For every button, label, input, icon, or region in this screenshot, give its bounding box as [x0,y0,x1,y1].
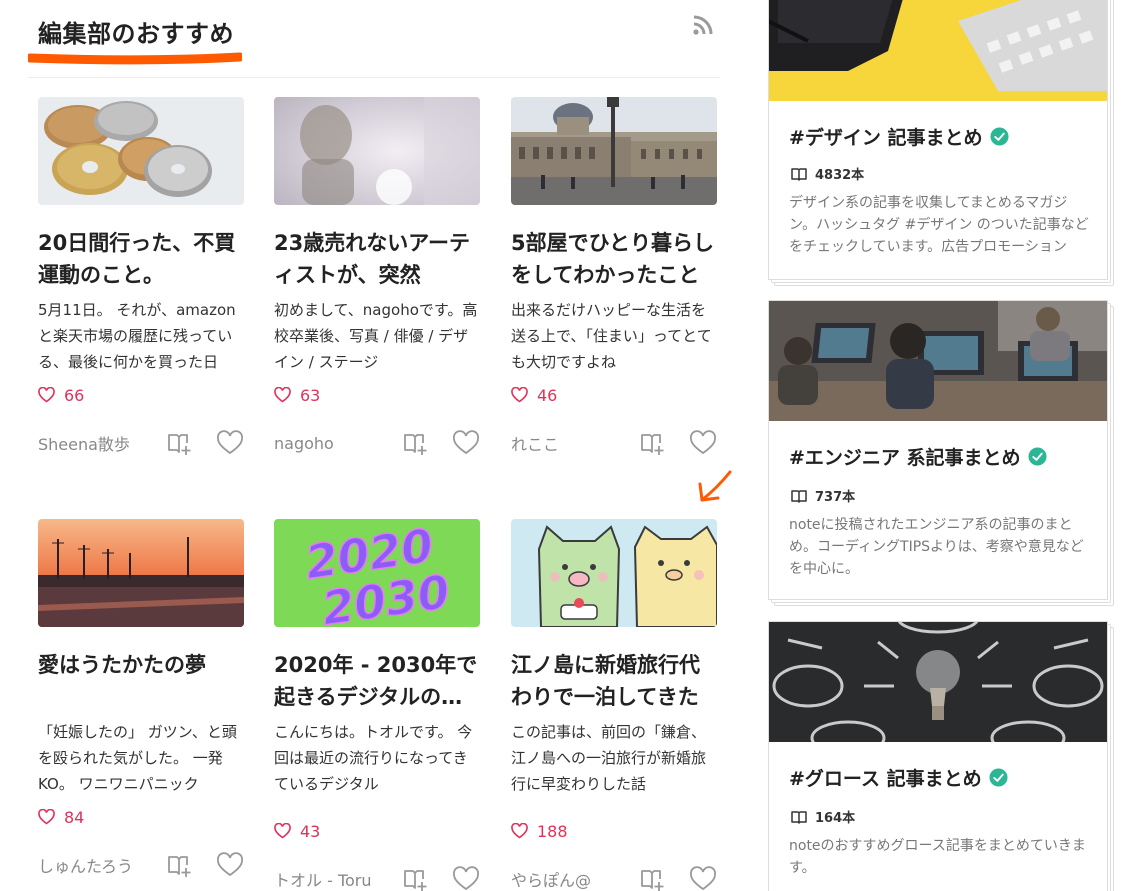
section-header: 編集部のおすすめ [28,8,720,78]
article-title[interactable]: 江ノ島に新婚旅行代わりで一泊してきた [511,649,719,713]
magazine-description: noteに投稿されたエンジニア系の記事のまとめ。コーディングTIPSよりは、考察… [789,517,1084,577]
article-excerpt: 出来るだけハッピーな生活を送る上で、「住まい」ってとても大切ですよね [511,301,712,371]
author-name[interactable]: やらぽん@ [511,867,631,891]
like-count-value: 66 [64,385,85,405]
magazine-title[interactable]: #グロース 記事まとめ [789,764,1008,791]
article-title[interactable]: 20日間行った、不買運動のこと。 [38,227,246,291]
add-to-magazine-icon[interactable] [639,430,667,456]
article-excerpt: 「妊娠したの」 ガツン、と頭を殴られた気がした。 一発KO。 ワニワニパニック [38,723,237,793]
like-count: 46 [511,383,719,407]
verified-badge-icon [990,127,1009,146]
magazine-title-text[interactable]: #グロース 記事まとめ [789,764,982,791]
article-title[interactable]: 5部屋でひとり暮らしをしてわかったこと [511,227,719,291]
article-footer: Sheena散歩 [38,427,246,459]
magazine-article-count: 737本 [791,486,855,505]
book-icon [791,489,807,503]
like-count-value: 188 [537,821,568,841]
add-to-magazine-icon[interactable] [639,866,667,891]
magazine-card[interactable]: #グロース 記事まとめ 164本 noteのおすすめグロース記事をまとめていきま… [768,621,1114,891]
like-count: 63 [274,383,482,407]
article-excerpt: こんにちは。トオルです。 今回は最近の流行りになってきているデジタル [274,723,473,793]
article-thumbnail-portrait[interactable] [274,97,480,205]
hand-drawn-arrow-icon [698,470,732,502]
magazine-cover-engineers[interactable] [769,301,1107,421]
like-count-value: 63 [300,385,321,405]
book-icon [791,167,807,181]
article-card[interactable]: 江ノ島に新婚旅行代わりで一泊してきた この記事は、前回の「鎌倉、江ノ島への一泊旅… [511,519,719,891]
add-to-magazine-icon[interactable] [166,430,194,456]
article-excerpt: 5月11日。 それが、amazonと楽天市場の履歴に残っている、最後に何かを買っ… [38,301,236,371]
heart-icon [38,809,55,825]
magazine-cover-keyboard[interactable] [769,0,1107,101]
author-name[interactable]: Sheena散歩 [38,431,158,455]
article-footer: トオル - Toru [274,863,482,891]
magazine-title[interactable]: #デザイン 記事まとめ [789,123,1009,150]
magazine-count-value: 4832本 [815,168,865,183]
section-title: 編集部のおすすめ [38,20,234,48]
like-button-icon[interactable] [689,430,717,456]
add-to-magazine-icon[interactable] [402,430,430,456]
verified-badge-icon [989,768,1008,787]
author-name[interactable]: nagoho [274,434,394,453]
magazine-article-count: 164本 [791,807,855,826]
heart-icon [511,387,528,403]
rss-icon[interactable] [692,14,714,36]
heart-icon [274,823,291,839]
article-footer: しゅんたろう [38,849,246,881]
like-count-value: 46 [537,385,558,405]
book-icon [791,810,807,824]
article-footer: れここ [511,427,719,459]
magazine-title-text[interactable]: #エンジニア 系記事まとめ [789,443,1021,470]
article-title[interactable]: 23歳売れないアーティストが、突然 [274,227,482,291]
like-count: 66 [38,383,246,407]
author-name[interactable]: れここ [511,431,631,455]
article-thumbnail-paris[interactable] [511,97,717,205]
article-title[interactable]: 愛はうたかたの夢 [38,649,246,713]
magazine-description: デザイン系の記事を収集してまとめるマガジン。ハッシュタグ #デザイン のついた記… [789,195,1089,255]
heart-icon [274,387,291,403]
magazine-article-count: 4832本 [791,164,864,183]
like-button-icon[interactable] [452,866,480,891]
author-name[interactable]: しゅんたろう [38,853,158,877]
article-card[interactable]: 2020 2030 2020年 - 2030年で起きるデジタルの変化 こんにちは… [274,519,482,891]
magazine-card[interactable]: #エンジニア 系記事まとめ 737本 noteに投稿されたエンジニア系の記事のま… [768,300,1114,606]
magazine-cover-lightbulb[interactable] [769,622,1107,742]
like-button-icon[interactable] [452,430,480,456]
article-card[interactable]: 5部屋でひとり暮らしをしてわかったこと 出来るだけハッピーな生活を送る上で、「住… [511,97,719,459]
author-name[interactable]: トオル - Toru [274,867,394,891]
heart-icon [38,387,55,403]
like-button-icon[interactable] [216,430,244,456]
article-excerpt: この記事は、前回の「鎌倉、江ノ島への一泊旅行が新婚旅行に早変わりした話 [511,723,707,793]
article-thumbnail-sunset[interactable] [38,519,244,627]
article-card[interactable]: 23歳売れないアーティストが、突然 初めまして、nagohoです。高校卒業後、写… [274,97,482,459]
article-footer: nagoho [274,427,482,459]
magazine-card[interactable]: #デザイン 記事まとめ 4832本 デザイン系の記事を収集してまとめるマガジン。… [768,0,1114,286]
heart-icon [511,823,528,839]
like-count: 188 [511,819,719,843]
article-thumbnail-coins[interactable] [38,97,244,205]
magazine-title[interactable]: #エンジニア 系記事まとめ [789,443,1047,470]
article-card[interactable]: 20日間行った、不買運動のこと。 5月11日。 それが、amazonと楽天市場の… [38,97,246,459]
add-to-magazine-icon[interactable] [402,866,430,891]
magazine-count-value: 164本 [815,811,856,826]
magazine-count-value: 737本 [815,490,856,505]
title-underline [28,52,242,65]
like-count-value: 84 [64,807,85,827]
like-count: 84 [38,805,246,829]
magazine-title-text[interactable]: #デザイン 記事まとめ [789,123,983,150]
article-excerpt: 初めまして、nagohoです。高校卒業後、写真 / 俳優 / デザイン / ステ… [274,301,478,371]
article-title[interactable]: 2020年 - 2030年で起きるデジタルの変化 [274,649,482,713]
article-thumbnail-2020-2030[interactable]: 2020 2030 [274,519,480,627]
like-button-icon[interactable] [216,852,244,878]
article-thumbnail-cats[interactable] [511,519,717,627]
add-to-magazine-icon[interactable] [166,852,194,878]
magazine-description: noteのおすすめグロース記事をまとめていきます。 [789,838,1086,876]
verified-badge-icon [1028,447,1047,466]
like-count-value: 43 [300,821,321,841]
like-button-icon[interactable] [689,866,717,891]
like-count: 43 [274,819,482,843]
article-card[interactable]: 愛はうたかたの夢 「妊娠したの」 ガツン、と頭を殴られた気がした。 一発KO。 … [38,519,246,881]
article-footer: やらぽん@ [511,863,719,891]
